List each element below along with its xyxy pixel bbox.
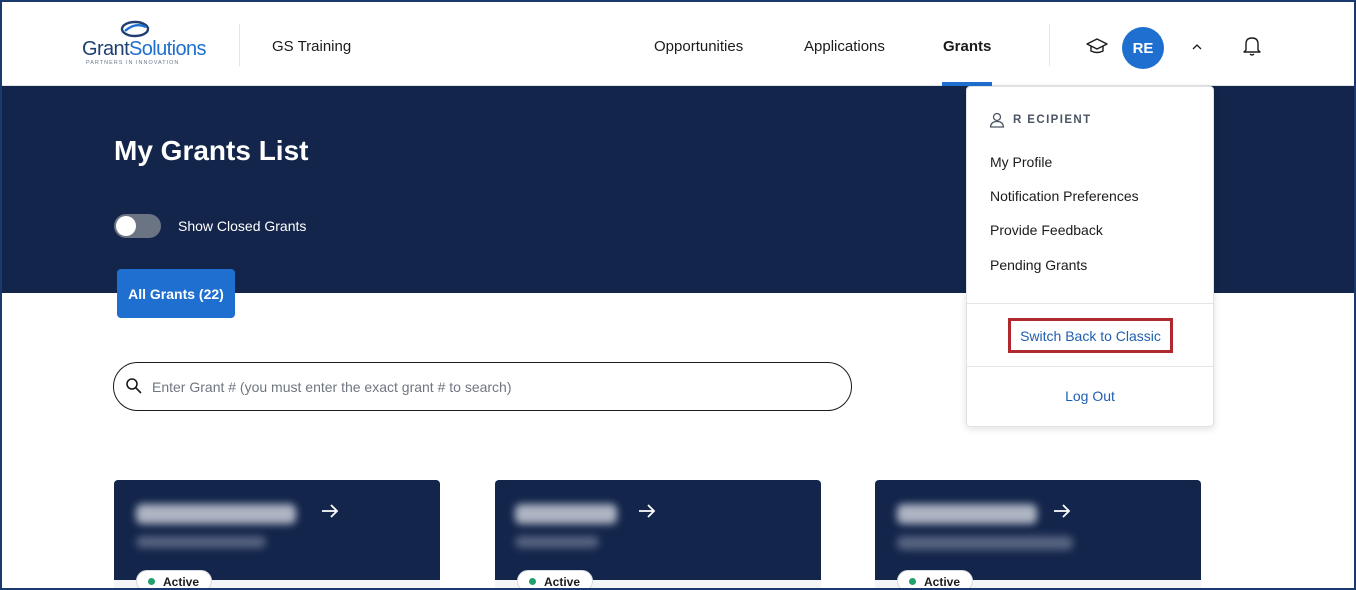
- grantsolutions-logo[interactable]: GrantSolutions PARTNERS IN INNOVATION: [82, 20, 207, 68]
- grant-card[interactable]: Active: [875, 480, 1201, 589]
- redacted-grant-number: [515, 504, 617, 524]
- redacted-grant-number: [897, 504, 1037, 524]
- user-dropdown-menu: R ECIPIENT My Profile Notification Prefe…: [966, 86, 1214, 427]
- menu-item-pending-grants[interactable]: Pending Grants: [990, 257, 1087, 273]
- status-dot: [529, 578, 536, 585]
- bell-icon[interactable]: [1242, 35, 1262, 57]
- status-badge: Active: [517, 570, 594, 589]
- menu-item-provide-feedback[interactable]: Provide Feedback: [990, 222, 1103, 238]
- menu-item-my-profile[interactable]: My Profile: [990, 154, 1052, 170]
- logo-word-solutions: Solutions: [129, 38, 206, 60]
- show-closed-grants-label: Show Closed Grants: [178, 218, 307, 234]
- log-out-link[interactable]: Log Out: [967, 388, 1213, 404]
- menu-user-name: R ECIPIENT: [1013, 114, 1092, 126]
- user-icon: [989, 112, 1005, 128]
- app-name: GS Training: [272, 38, 352, 55]
- redacted-grant-title: [136, 536, 266, 548]
- status-badge: Active: [897, 570, 974, 589]
- status-dot: [909, 578, 916, 585]
- nav-grants[interactable]: Grants: [943, 38, 991, 55]
- redacted-grant-title: [515, 536, 599, 548]
- header-divider: [1049, 24, 1050, 66]
- redacted-grant-number: [136, 504, 296, 524]
- switch-back-to-classic-link[interactable]: Switch Back to Classic: [1008, 318, 1173, 353]
- show-closed-grants-toggle[interactable]: [114, 214, 161, 238]
- grant-card[interactable]: Active: [114, 480, 440, 589]
- header-divider: [239, 24, 240, 66]
- status-text: Active: [544, 575, 581, 589]
- menu-item-notification-preferences[interactable]: Notification Preferences: [990, 188, 1139, 204]
- status-text: Active: [924, 575, 961, 589]
- redacted-grant-title: [897, 536, 1073, 550]
- menu-divider: [967, 303, 1213, 304]
- user-avatar-button[interactable]: RE: [1122, 27, 1164, 69]
- graduation-cap-icon[interactable]: [1086, 37, 1108, 55]
- grant-card[interactable]: Active: [495, 480, 821, 589]
- grant-search-input[interactable]: [152, 376, 832, 398]
- toggle-knob: [116, 216, 136, 236]
- nav-applications[interactable]: Applications: [804, 38, 885, 55]
- arrow-right-icon[interactable]: [319, 500, 341, 522]
- logo-tagline: PARTNERS IN INNOVATION: [86, 60, 180, 66]
- arrow-right-icon[interactable]: [636, 500, 658, 522]
- arrow-right-icon[interactable]: [1051, 500, 1073, 522]
- logo-wordmark: GrantSolutions: [82, 38, 207, 61]
- app-frame: GrantSolutions PARTNERS IN INNOVATION GS…: [0, 0, 1356, 590]
- top-header: GrantSolutions PARTNERS IN INNOVATION GS…: [2, 2, 1354, 86]
- menu-divider: [967, 366, 1213, 367]
- page-title: My Grants List: [114, 135, 309, 166]
- status-text: Active: [163, 575, 200, 589]
- status-badge: Active: [136, 570, 213, 589]
- chevron-up-icon[interactable]: [1190, 42, 1204, 52]
- logo-swoosh-icon: [120, 20, 150, 38]
- status-dot: [148, 578, 155, 585]
- tab-all-grants[interactable]: All Grants (22): [117, 269, 235, 318]
- logo-word-grant: Grant: [82, 38, 130, 60]
- nav-opportunities[interactable]: Opportunities: [654, 38, 743, 55]
- grant-search-box: [113, 362, 852, 411]
- search-icon: [126, 378, 142, 394]
